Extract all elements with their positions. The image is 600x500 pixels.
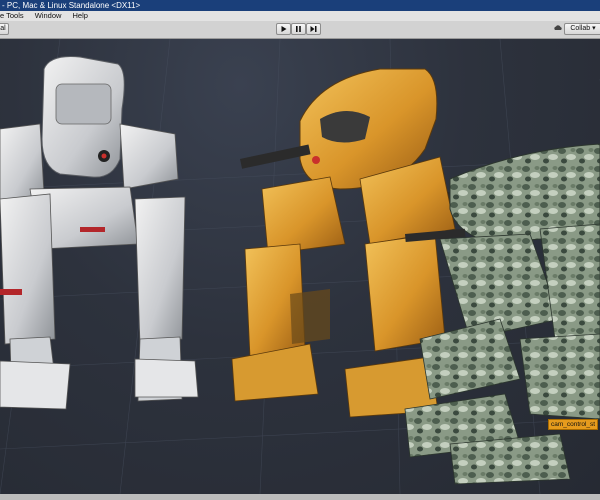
menu-item-window[interactable]: Window (35, 11, 62, 21)
scene-view[interactable] (0, 39, 600, 494)
window-title: - PC, Mac & Linux Standalone <DX11> (2, 1, 141, 10)
menu-item-tools[interactable]: e Tools (0, 11, 24, 21)
collab-button[interactable]: Collab ▾ (564, 23, 600, 35)
play-icon (281, 26, 287, 32)
step-icon (310, 26, 317, 32)
menu-item-help[interactable]: Help (73, 11, 88, 21)
pause-icon (296, 26, 301, 32)
step-button[interactable] (306, 23, 321, 35)
toolbar: al Collab ▾ (0, 21, 600, 39)
window-title-bar: - PC, Mac & Linux Standalone <DX11> (0, 0, 600, 11)
toolbar-left-button[interactable]: al (0, 23, 9, 35)
white-mech (0, 56, 199, 410)
scene-render (0, 39, 600, 494)
collab-label: Collab ▾ (570, 25, 596, 32)
object-label-tag[interactable]: cam_control_st (548, 419, 599, 430)
pause-button[interactable] (291, 23, 306, 35)
status-bar (0, 494, 600, 500)
object-label: cam_control_st (551, 421, 596, 428)
play-button[interactable] (276, 23, 291, 35)
toolbar-left-label: al (0, 25, 6, 32)
cloud-icon[interactable] (553, 23, 562, 35)
